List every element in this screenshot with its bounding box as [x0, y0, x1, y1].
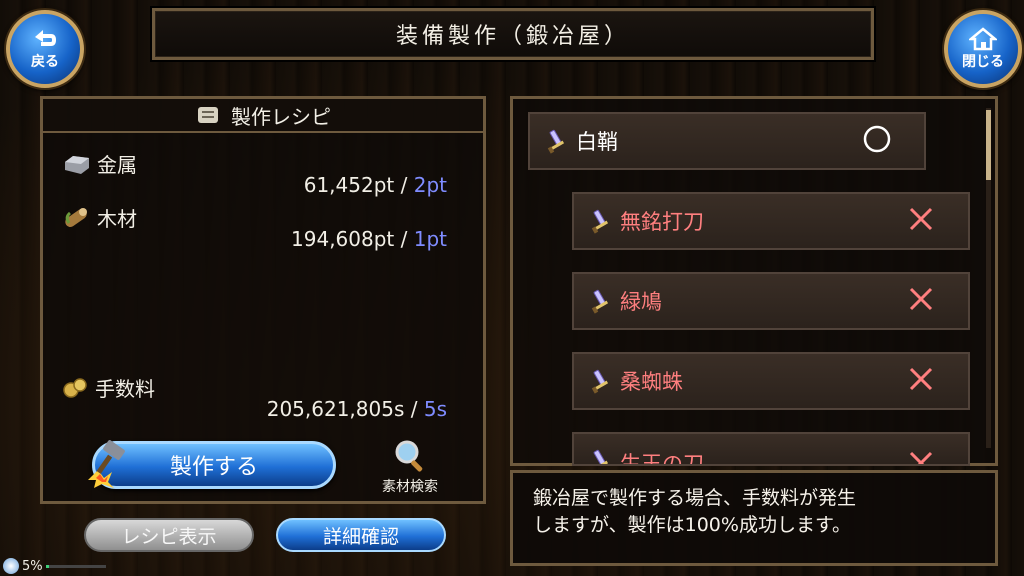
- close-button-label: 閉じる: [962, 54, 1004, 70]
- not-craftable-cross-icon: [906, 204, 968, 239]
- coins-icon: [63, 377, 87, 398]
- info-message-line1: 鍛冶屋で製作する場合、手数料が発生: [533, 487, 857, 509]
- fee-row: 手数料: [61, 373, 155, 402]
- recipe-item[interactable]: 無銘打刀: [572, 192, 970, 250]
- sword-icon: [547, 129, 565, 154]
- material-value-wood: 194,608pt / 1pt: [291, 227, 447, 251]
- close-button[interactable]: 閉じる: [944, 10, 1022, 88]
- progress-fill: [45, 564, 49, 568]
- metal-ingot-icon: [65, 155, 89, 174]
- back-button-label: 戻る: [31, 54, 59, 70]
- detail-confirm-button[interactable]: 詳細確認: [276, 518, 446, 552]
- material-separator-metal: /: [400, 173, 408, 197]
- material-owned-metal: 61,452pt: [303, 173, 395, 197]
- material-search-button[interactable]: 素材検索: [370, 438, 450, 496]
- sword-icon: [593, 449, 609, 464]
- material-separator-wood: /: [400, 227, 408, 251]
- info-message: 鍛冶屋で製作する場合、手数料が発生 しますが、製作は100%成功します。: [510, 470, 998, 566]
- material-row-wood: 木材: [61, 203, 137, 232]
- home-icon: [969, 27, 997, 51]
- recipe-panel-header: 製作レシピ: [43, 99, 483, 133]
- progress-label: 5%: [22, 558, 43, 574]
- material-row-metal: 金属: [61, 149, 137, 178]
- recipe-item[interactable]: 緑鳩: [572, 272, 970, 330]
- info-message-line2: しますが、製作は100%成功します。: [533, 514, 852, 536]
- craft-button-label: 製作する: [169, 455, 258, 480]
- recipe-item-name: 生王の刀: [620, 452, 704, 466]
- recipe-item[interactable]: 白鞘: [528, 112, 926, 170]
- fee-value: 205,621,805s / 5s: [267, 397, 447, 421]
- fee-label: 手数料: [95, 377, 155, 401]
- page-title: 装備製作（鍛冶屋）: [152, 8, 874, 60]
- material-required-metal: 2pt: [413, 173, 447, 197]
- sword-icon: [591, 209, 609, 234]
- recipe-item-name: 無銘打刀: [620, 210, 704, 234]
- recipe-item[interactable]: 生王の刀: [572, 432, 970, 466]
- recipe-item-name: 緑鳩: [620, 290, 662, 314]
- recipe-view-label: レシピ表示: [121, 525, 217, 548]
- progress-bar: [45, 564, 106, 568]
- material-value-metal: 61,452pt / 2pt: [304, 173, 447, 197]
- recipe-scroll-icon: [198, 107, 218, 123]
- progress-orb-icon: [3, 558, 19, 574]
- wood-log-icon: [65, 207, 87, 227]
- material-label-metal: 金属: [97, 153, 137, 177]
- craftable-circle-icon: [862, 124, 924, 159]
- detail-confirm-label: 詳細確認: [322, 525, 399, 548]
- material-required-wood: 1pt: [413, 227, 447, 251]
- download-progress: 5%: [0, 556, 120, 576]
- material-search-label: 素材検索: [382, 479, 438, 495]
- fee-separator: /: [410, 397, 418, 421]
- sword-icon: [591, 289, 609, 314]
- not-craftable-cross-icon: [906, 284, 968, 319]
- fee-required: 5s: [423, 397, 447, 421]
- not-craftable-cross-icon: [906, 364, 968, 399]
- recipe-item[interactable]: 桑蜘蛛: [572, 352, 970, 410]
- recipe-list-scroll-thumb[interactable]: [986, 110, 991, 180]
- recipe-item-name: 桑蜘蛛: [620, 370, 683, 394]
- recipe-view-button[interactable]: レシピ表示: [84, 518, 254, 552]
- page-title-text: 装備製作（鍛冶屋）: [395, 24, 630, 49]
- material-label-wood: 木材: [97, 207, 137, 231]
- back-button[interactable]: 戻る: [6, 10, 84, 88]
- magnifier-icon: [395, 440, 423, 472]
- recipe-panel-heading: 製作レシピ: [231, 104, 331, 129]
- hammer-sparkle-icon: [88, 440, 125, 488]
- material-owned-wood: 194,608pt: [291, 227, 395, 251]
- fee-owned: 205,621,805s: [266, 397, 405, 421]
- not-craftable-cross-icon: [906, 448, 968, 464]
- sword-icon: [591, 369, 609, 394]
- recipe-item-name: 白鞘: [576, 130, 618, 154]
- back-arrow-icon: [35, 30, 56, 46]
